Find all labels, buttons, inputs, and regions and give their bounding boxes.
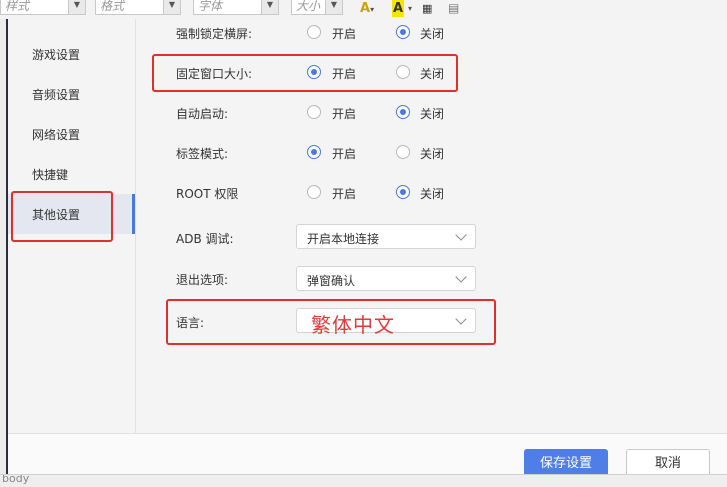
- sidebar-item-network[interactable]: 网络设置: [8, 114, 133, 154]
- sidebar-item-label: 游戏设置: [32, 48, 81, 62]
- format-combo[interactable]: 格式 ▼: [95, 0, 181, 15]
- sidebar-item-label: 网络设置: [32, 128, 81, 142]
- force-landscape-on-radio[interactable]: [307, 25, 321, 39]
- autostart-label: 自动启动:: [176, 107, 229, 121]
- exit-label: 退出选项:: [176, 273, 229, 287]
- root-off-text: 关闭: [420, 187, 445, 201]
- root-off-radio[interactable]: [396, 185, 410, 199]
- style-combo-text: 样式: [5, 0, 30, 13]
- highlight-color-icon[interactable]: A: [392, 0, 405, 17]
- tab-mode-off-radio[interactable]: [396, 145, 410, 159]
- sidebar-item-shortcuts[interactable]: 快捷键: [8, 154, 133, 194]
- editor-toolbar: 样式 ▼ 格式 ▼ 字体 ▼ 大小 ▼ A▾ A ▾ ▦ ▤: [0, 0, 727, 20]
- autostart-on-radio[interactable]: [307, 105, 321, 119]
- tab-mode-on-text: 开启: [332, 147, 357, 161]
- text-color-icon[interactable]: A▾: [360, 0, 374, 17]
- root-on-text: 开启: [332, 187, 357, 201]
- adb-select[interactable]: 开启本地连接: [296, 224, 476, 249]
- highlight-fixed-window: [152, 54, 458, 92]
- status-bar: body: [0, 474, 727, 487]
- autostart-on-text: 开启: [332, 107, 357, 121]
- root-on-radio[interactable]: [307, 185, 321, 199]
- highlight-other-settings: [11, 191, 113, 242]
- chevron-down-icon[interactable]: ▼: [163, 0, 180, 14]
- chevron-down-icon[interactable]: ▼: [68, 0, 85, 14]
- adb-select-value: 开启本地连接: [307, 232, 380, 246]
- chevron-down-icon: [455, 271, 467, 283]
- format-combo-text: 格式: [100, 0, 125, 13]
- sidebar-item-label: 音频设置: [32, 88, 81, 102]
- format-icon[interactable]: ▦: [422, 0, 432, 17]
- tab-mode-on-radio[interactable]: [307, 145, 321, 159]
- font-combo[interactable]: 字体 ▼: [193, 0, 279, 15]
- force-landscape-on-text: 开启: [332, 27, 357, 41]
- force-landscape-off-text: 关闭: [420, 27, 445, 41]
- tab-mode-label: 标签模式:: [176, 147, 229, 161]
- chevron-down-icon: [455, 229, 467, 241]
- sidebar-item-label: 快捷键: [32, 168, 69, 182]
- size-combo[interactable]: 大小 ▼: [291, 0, 343, 15]
- sidebar-item-game[interactable]: 游戏设置: [8, 34, 133, 74]
- font-combo-text: 字体: [198, 0, 223, 13]
- highlight-language: [166, 299, 496, 345]
- force-landscape-label: 强制锁定横屏:: [176, 27, 253, 41]
- chevron-down-icon[interactable]: ▼: [261, 0, 278, 14]
- document-icon[interactable]: ▤: [448, 0, 459, 17]
- autostart-off-radio[interactable]: [396, 105, 410, 119]
- chevron-down-icon[interactable]: ▼: [325, 0, 342, 14]
- exit-select[interactable]: 弹窗确认: [296, 266, 476, 291]
- chevron-down-icon[interactable]: ▾: [408, 0, 412, 17]
- force-landscape-off-radio[interactable]: [396, 25, 410, 39]
- style-combo[interactable]: 样式 ▼: [0, 0, 86, 15]
- tab-mode-off-text: 关闭: [420, 147, 445, 161]
- size-combo-text: 大小: [296, 0, 321, 13]
- dialog-footer: [8, 433, 727, 475]
- root-label: ROOT 权限: [176, 187, 239, 201]
- autostart-off-text: 关闭: [420, 107, 445, 121]
- exit-select-value: 弹窗确认: [307, 274, 356, 288]
- adb-label: ADB 调试:: [176, 232, 234, 246]
- status-bar-text: body: [2, 474, 30, 485]
- sidebar-item-audio[interactable]: 音频设置: [8, 74, 133, 114]
